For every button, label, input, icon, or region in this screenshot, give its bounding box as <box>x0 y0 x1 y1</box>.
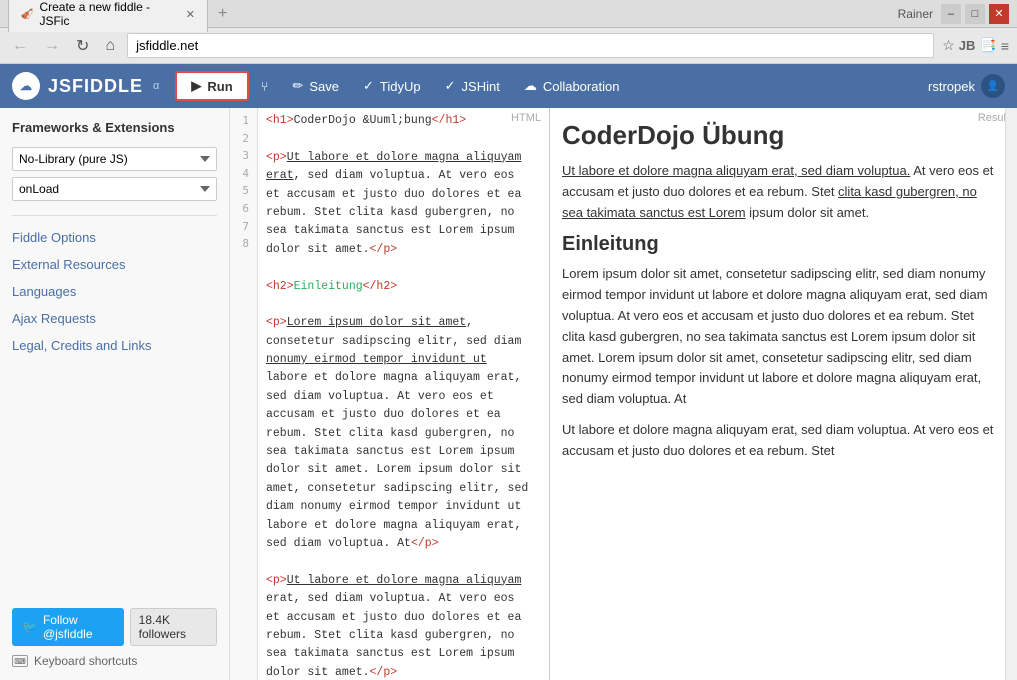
minimize-button[interactable]: – <box>941 4 961 24</box>
keyboard-shortcuts-label: Keyboard shortcuts <box>34 654 137 668</box>
user-area[interactable]: rstropek 👤 <box>928 74 1005 98</box>
line-numbers: 12345678 <box>230 108 258 680</box>
address-bar: ← → ↻ ⌂ jsfiddle.net ☆ JB 📑 ≡ <box>0 28 1017 64</box>
result-panel: Result CoderDojo Übung Ut labore et dolo… <box>550 108 1017 680</box>
collaboration-button[interactable]: ☁ Collaboration <box>512 72 632 100</box>
twitter-icon: 🐦 <box>22 620 37 634</box>
tidyup-label: TidyUp <box>380 79 421 94</box>
jshint-icon: ✓ <box>445 78 456 94</box>
run-label: Run <box>207 79 232 94</box>
sidebar-item-legal[interactable]: Legal, Credits and Links <box>12 332 217 359</box>
result-scrollbar[interactable] <box>1005 108 1017 680</box>
frameworks-title: Frameworks & Extensions <box>12 120 217 139</box>
run-button[interactable]: ▶ Run <box>175 71 248 101</box>
library-select[interactable]: No-Library (pure JS) <box>12 147 217 171</box>
reload-button[interactable]: ↻ <box>72 34 93 58</box>
user-name: rstropek <box>928 79 975 94</box>
result-content: CoderDojo Übung Ut labore et dolore magn… <box>550 108 1017 680</box>
logo-alpha: α <box>153 80 159 92</box>
html-code-editor[interactable]: 12345678 <h1>CoderDojo &Uuml;bung</h1> <… <box>230 108 549 680</box>
html-code-content[interactable]: <h1>CoderDojo &Uuml;bung</h1> <p>Ut labo… <box>258 108 549 680</box>
tab-close-icon[interactable]: ✕ <box>186 8 195 21</box>
close-button[interactable]: ✕ <box>989 4 1009 24</box>
save-button[interactable]: ✏ Save <box>280 72 351 100</box>
user-avatar: 👤 <box>981 74 1005 98</box>
result-p1-link2: clita kasd gubergren, no sea takimata sa… <box>562 184 977 220</box>
editors-and-result: HTML 12345678 <h1>CoderDojo &Uuml;bung</… <box>230 108 1017 680</box>
browser-tab[interactable]: 🎻 Create a new fiddle - JSFic ✕ <box>8 0 208 32</box>
url-text: jsfiddle.net <box>136 38 198 53</box>
fork-button[interactable]: ⑂ <box>249 73 281 100</box>
result-p2: Lorem ipsum dolor sit amet, consetetur s… <box>562 264 997 410</box>
main-content: Frameworks & Extensions No-Library (pure… <box>0 108 1017 680</box>
menu-icon[interactable]: ≡ <box>1001 38 1009 54</box>
run-icon: ▶ <box>191 78 201 94</box>
tab-title: Create a new fiddle - JSFic <box>39 0 179 28</box>
forward-button[interactable]: → <box>40 35 64 57</box>
tab-area: 🎻 Create a new fiddle - JSFic ✕ + <box>8 0 890 32</box>
fork-icon: ⑂ <box>261 79 269 94</box>
load-select[interactable]: onLoad <box>12 177 217 201</box>
star-icon[interactable]: ☆ <box>942 37 955 54</box>
new-tab-button[interactable]: + <box>212 3 233 25</box>
result-h1: CoderDojo Übung <box>562 120 997 151</box>
sidebar-item-external-resources[interactable]: External Resources <box>12 251 217 278</box>
bookmark-icon[interactable]: 📑 <box>979 37 996 54</box>
sidebar-item-languages[interactable]: Languages <box>12 278 217 305</box>
save-label: Save <box>309 79 339 94</box>
left-editors: HTML 12345678 <h1>CoderDojo &Uuml;bung</… <box>230 108 550 680</box>
result-p3: Ut labore et dolore magna aliquyam erat,… <box>562 420 997 462</box>
sidebar-bottom: 🐦 Follow @jsfiddle 18.4K followers ⌨ Key… <box>12 600 217 668</box>
html-label: HTML <box>511 112 541 124</box>
sidebar: Frameworks & Extensions No-Library (pure… <box>0 108 230 680</box>
main-toolbar: ☁ JSFIDDLE α ▶ Run ⑂ ✏ Save ✓ TidyUp ✓ J… <box>0 64 1017 108</box>
collaboration-icon: ☁ <box>524 78 537 94</box>
logo-text: JSFIDDLE <box>48 76 143 97</box>
user-label: Rainer <box>890 7 941 21</box>
social-row: 🐦 Follow @jsfiddle 18.4K followers <box>12 608 217 646</box>
sidebar-divider-1 <box>12 215 217 216</box>
followers-count: 18.4K followers <box>139 613 208 641</box>
home-button[interactable]: ⌂ <box>101 35 119 57</box>
html-editor-panel: HTML 12345678 <h1>CoderDojo &Uuml;bung</… <box>230 108 549 680</box>
logo-area: ☁ JSFIDDLE α <box>12 72 159 100</box>
result-h2: Einleitung <box>562 233 997 256</box>
save-icon: ✏ <box>292 78 303 94</box>
address-icons: ☆ JB 📑 ≡ <box>942 37 1009 54</box>
window-controls: – □ ✕ <box>941 4 1009 24</box>
jshint-label: JSHint <box>462 79 500 94</box>
jshint-button[interactable]: ✓ JSHint <box>433 72 512 100</box>
back-button[interactable]: ← <box>8 35 32 57</box>
follow-button[interactable]: 🐦 Follow @jsfiddle <box>12 608 124 646</box>
keyboard-shortcuts-link[interactable]: ⌨ Keyboard shortcuts <box>12 654 217 668</box>
sidebar-item-fiddle-options[interactable]: Fiddle Options <box>12 224 217 251</box>
logo-icon: ☁ <box>12 72 40 100</box>
result-p1-link: Ut labore et dolore magna aliquyam erat,… <box>562 163 910 178</box>
url-box[interactable]: jsfiddle.net <box>127 33 934 58</box>
keyboard-icon: ⌨ <box>12 655 28 667</box>
result-p1: Ut labore et dolore magna aliquyam erat,… <box>562 161 997 223</box>
jb-icon[interactable]: JB <box>959 38 976 53</box>
tab-favicon: 🎻 <box>21 9 33 20</box>
followers-badge: 18.4K followers <box>130 608 217 646</box>
collaboration-label: Collaboration <box>543 79 620 94</box>
title-bar: 🎻 Create a new fiddle - JSFic ✕ + Rainer… <box>0 0 1017 28</box>
tidyup-icon: ✓ <box>363 78 374 94</box>
tidyup-button[interactable]: ✓ TidyUp <box>351 72 433 100</box>
follow-label: Follow @jsfiddle <box>43 613 114 641</box>
sidebar-item-ajax-requests[interactable]: Ajax Requests <box>12 305 217 332</box>
maximize-button[interactable]: □ <box>965 4 985 24</box>
